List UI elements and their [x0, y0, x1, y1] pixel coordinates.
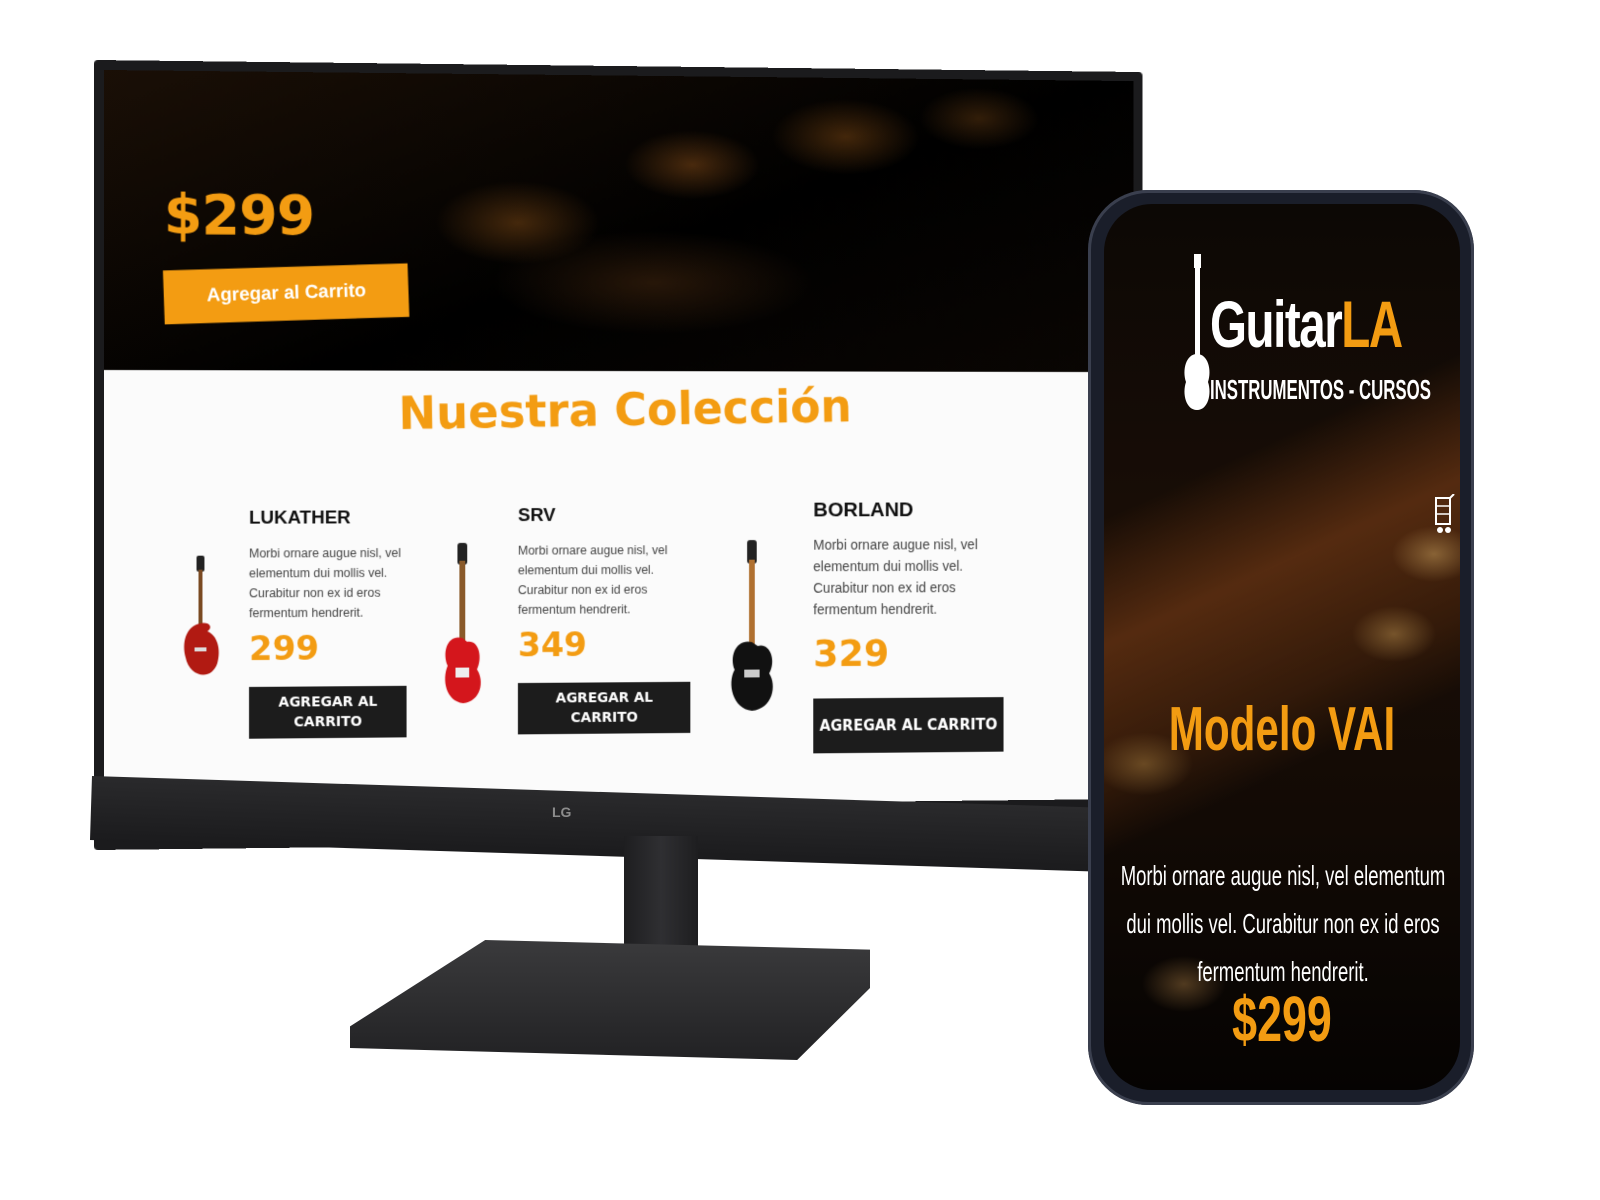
desktop-screen: $299 Agregar al Carrito Nuestra Colecció… [104, 70, 1134, 810]
product-card-srv: SRV Morbi ornare augue nisl, vel element… [517, 505, 697, 747]
model-description: Morbi ornare augue nisl, vel elementum d… [1120, 860, 1446, 987]
product-name: BORLAND [813, 498, 914, 522]
add-to-cart-button[interactable]: AGREGAR AL CARRITO [517, 681, 691, 735]
product-price: 299 [249, 628, 320, 670]
hero-price: $299 [163, 182, 315, 249]
guitar-image-lukather [184, 555, 219, 675]
product-card-lukather: LUKATHER Morbi ornare augue nisl, vel el… [249, 507, 426, 746]
collection-title: Nuestra Colección [398, 379, 853, 441]
guitar-icon [1184, 254, 1210, 410]
product-card-borland: BORLAND Morbi ornare augue nisl, vel ele… [813, 498, 1004, 754]
add-to-cart-button[interactable]: AGREGAR AL CARRITO [813, 697, 1004, 754]
product-description: Morbi ornare augue nisl, vel elementum d… [813, 536, 978, 618]
guitar-image-srv [445, 542, 481, 704]
product-price: 329 [813, 631, 889, 676]
site-logo[interactable]: GuitarLA INSTRUMENTOS - CURSOS [1182, 248, 1432, 418]
hero-banner: $299 Agregar al Carrito [104, 70, 1134, 373]
product-name: LUKATHER [249, 507, 351, 529]
logo-wordmark: GuitarLA [1210, 286, 1403, 362]
logo-word-main: Guitar [1210, 287, 1343, 361]
mobile-screen: GuitarLA INSTRUMENTOS - CURSOS Modelo VA… [1104, 204, 1460, 1090]
hero-add-to-cart-button[interactable]: Agregar al Carrito [162, 263, 410, 325]
monitor-brand-logo: LG [552, 804, 572, 820]
monitor-stand-base [350, 940, 870, 1060]
product-price: 349 [517, 625, 587, 666]
guitar-image-borland [731, 540, 773, 711]
product-name: SRV [517, 505, 556, 526]
product-description: Morbi ornare augue nisl, vel elementum d… [249, 546, 401, 621]
add-to-cart-button[interactable]: AGREGAR AL CARRITO [249, 685, 407, 739]
model-title: Modelo VAI [1168, 695, 1396, 764]
model-price: $299 [1232, 983, 1332, 1055]
product-description: Morbi ornare augue nisl, vel elementum d… [517, 543, 668, 617]
logo-word-accent: LA [1341, 287, 1403, 361]
logo-tagline: INSTRUMENTOS - CURSOS [1210, 374, 1431, 405]
cart-icon[interactable] [1434, 494, 1456, 538]
